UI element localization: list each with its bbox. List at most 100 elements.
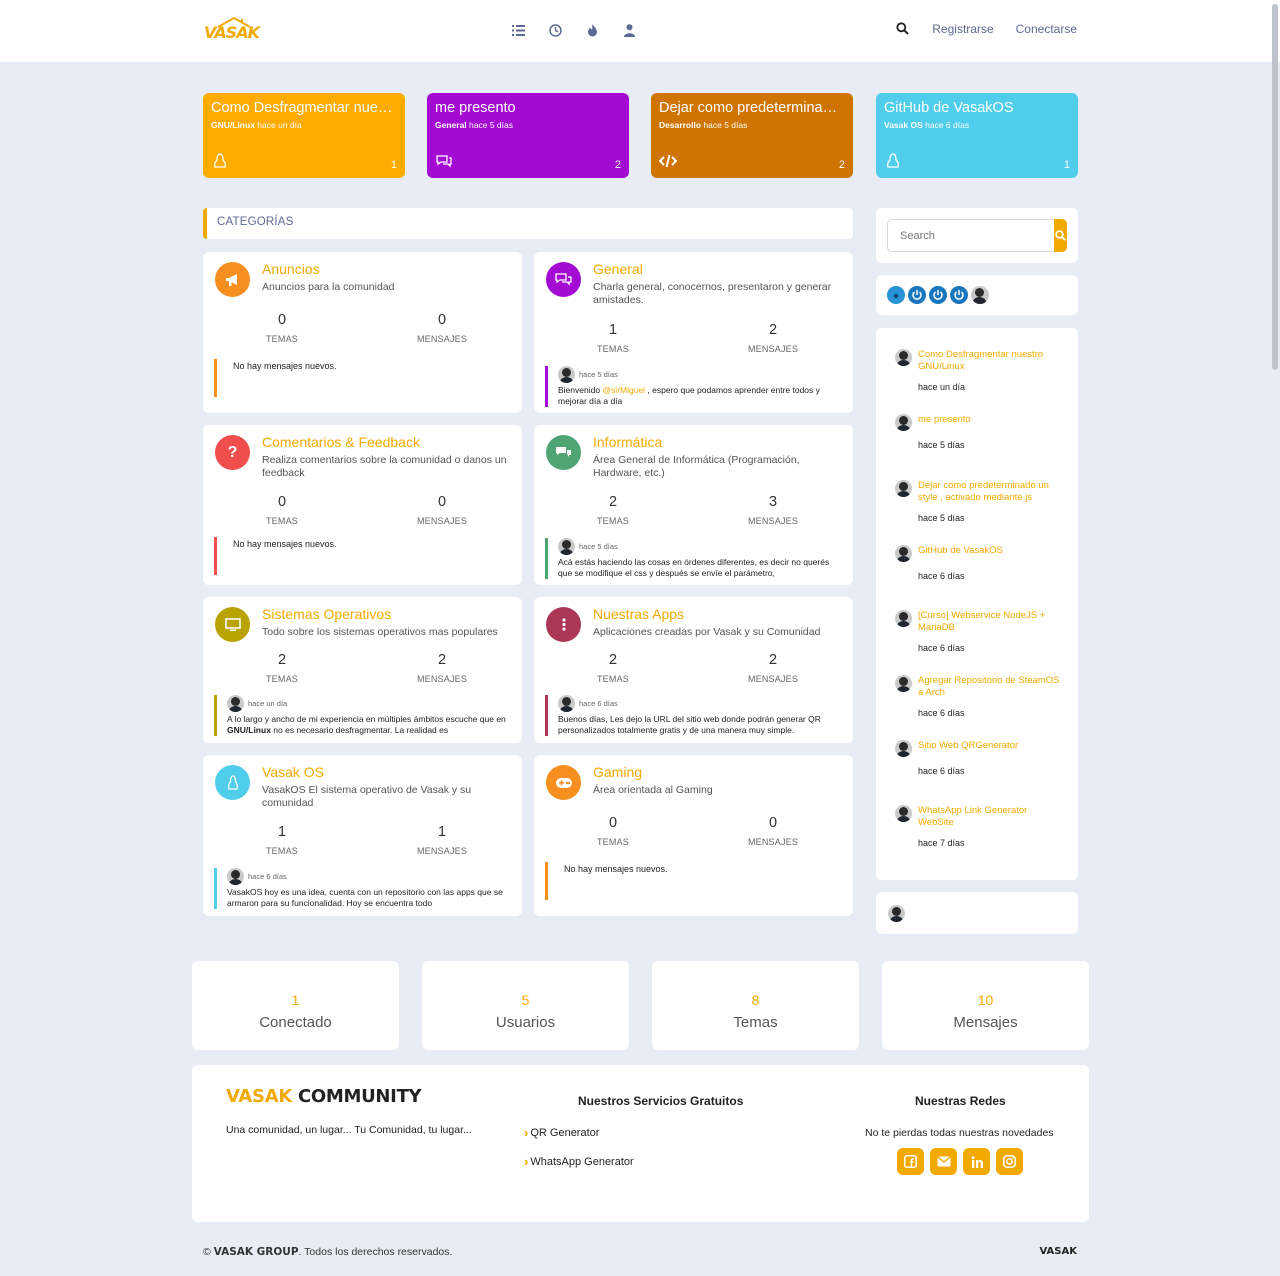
category-card[interactable]: Nuestras Apps Aplicaciones creadas por V… xyxy=(534,597,853,743)
search-icon xyxy=(1055,230,1066,241)
category-title[interactable]: Sistemas Operativos xyxy=(262,606,391,622)
avatar[interactable] xyxy=(558,538,575,555)
categories-heading: CATEGORÍAS xyxy=(203,208,853,239)
recent-topic-card[interactable]: Como Desfragmentar nuestr... GNU/Linux h… xyxy=(203,93,405,178)
top-nav: VASAK Registrarse Conectarse xyxy=(0,0,1280,62)
recent-topic-item[interactable]: WhatsApp Link Generator WebSite hace 7 d… xyxy=(895,805,1063,848)
stat-topics: 8 Temas xyxy=(652,961,859,1050)
last-post[interactable]: hace 6 días VasakOS hoy es una idea, cue… xyxy=(214,868,512,909)
last-post[interactable]: hace un día A lo largo y ancho de mi exp… xyxy=(214,695,512,736)
recent-topic-card[interactable]: Dejar como predeterminado ... Desarrollo… xyxy=(651,93,853,178)
linkedin-icon[interactable] xyxy=(963,1148,990,1175)
chevron-right-icon: › xyxy=(524,1154,529,1169)
last-post: No hay mensajes nuevos. xyxy=(545,862,843,900)
dots-icon xyxy=(546,607,581,642)
topics-stat: 1 TEMAS xyxy=(265,824,298,856)
login-link[interactable]: Conectarse xyxy=(1016,22,1077,36)
avatar[interactable] xyxy=(895,414,912,431)
footer-logo: VASAK xyxy=(1039,1246,1078,1257)
user-avatar[interactable] xyxy=(929,286,947,304)
posts-stat: 2 MENSAJES xyxy=(416,652,468,684)
linux-icon xyxy=(213,153,227,168)
search-button[interactable] xyxy=(1054,219,1067,252)
category-card[interactable]: ? Comentarios & Feedback Realiza comenta… xyxy=(203,425,522,585)
category-card[interactable]: Gaming Área orientada al Gaming 0 TEMAS 0… xyxy=(534,755,853,916)
category-title[interactable]: Vasak OS xyxy=(262,764,324,780)
category-card[interactable]: Vasak OS VasakOS El sistema operativo de… xyxy=(203,755,522,916)
register-link[interactable]: Registrarse xyxy=(932,22,993,36)
avatar[interactable] xyxy=(558,366,575,383)
recent-topic-item[interactable]: me presento hace 5 días xyxy=(895,414,1063,450)
services-title: Nuestros Servicios Gratuitos xyxy=(578,1094,744,1108)
category-title[interactable]: General xyxy=(593,261,643,277)
whatsapp-generator-link[interactable]: › WhatsApp Generator xyxy=(524,1154,634,1169)
posts-stat: 0 MENSAJES xyxy=(747,815,799,847)
instagram-icon[interactable] xyxy=(996,1148,1023,1175)
topics-stat: 0 TEMAS xyxy=(265,494,298,526)
fire-icon[interactable] xyxy=(584,22,600,38)
recent-topic-card[interactable]: me presento General hace 5 días 2 xyxy=(427,93,629,178)
category-description: Realiza comentarios sobre la comunidad o… xyxy=(262,454,507,479)
search-input[interactable] xyxy=(887,219,1054,252)
recent-topic-item[interactable]: Agregar Repositorio de SteamOS a Arch ha… xyxy=(895,675,1063,718)
avatar[interactable] xyxy=(895,349,912,366)
avatar[interactable] xyxy=(895,675,912,692)
recent-topic-item[interactable]: GitHub de VasakOS hace 6 días xyxy=(895,545,1063,581)
category-title[interactable]: Informática xyxy=(593,434,662,450)
qr-generator-link[interactable]: › QR Generator xyxy=(524,1125,599,1140)
facebook-icon[interactable] xyxy=(897,1148,924,1175)
avatar[interactable] xyxy=(227,695,244,712)
category-card[interactable]: Informática Área General de Informática … xyxy=(534,425,853,585)
category-card[interactable]: Anuncios Anuncios para la comunidad 0 TEM… xyxy=(203,252,522,413)
avatar[interactable] xyxy=(895,610,912,627)
recent-topic-item[interactable]: Sitio Web QRGenerator hace 6 días xyxy=(895,740,1063,776)
avatar[interactable] xyxy=(895,480,912,497)
recent-topic-item[interactable]: Como Desfragmentar nuestro GNU/Linux hac… xyxy=(895,349,1063,392)
footer-tagline: Una comunidad, un lugar... Tu Comunidad,… xyxy=(226,1124,472,1136)
stat-posts: 10 Mensajes xyxy=(882,961,1089,1050)
chevron-right-icon: › xyxy=(524,1125,529,1140)
last-post[interactable]: hace 6 días Buenos días, Les dejo la URL… xyxy=(545,695,843,736)
clock-icon[interactable] xyxy=(547,22,563,38)
last-post[interactable]: hace 5 días Bienvenido @sirMiguel , espe… xyxy=(545,366,843,407)
avatar[interactable] xyxy=(895,545,912,562)
last-post[interactable]: hace 5 días Acá estás haciendo las cosas… xyxy=(545,538,843,579)
page-scrollbar[interactable] xyxy=(1272,4,1278,370)
category-title[interactable]: Nuestras Apps xyxy=(593,606,684,622)
recent-topic-item[interactable]: Dejar como predeterminado un style , act… xyxy=(895,480,1063,523)
category-title[interactable]: Comentarios & Feedback xyxy=(262,434,420,450)
category-card[interactable]: General Charla general, conocernos, pres… xyxy=(534,252,853,413)
posts-stat: 0 MENSAJES xyxy=(416,494,468,526)
category-description: VasakOS El sistema operativo de Vasak y … xyxy=(262,784,472,809)
user-avatar[interactable] xyxy=(971,286,989,304)
avatar[interactable] xyxy=(227,868,244,885)
user-avatar[interactable] xyxy=(887,286,905,304)
comments-icon xyxy=(436,155,452,168)
user-icon[interactable] xyxy=(621,22,637,38)
topics-stat: 1 TEMAS xyxy=(596,322,629,354)
search-icon[interactable] xyxy=(896,22,910,36)
code-icon xyxy=(659,154,677,168)
avatar[interactable] xyxy=(895,740,912,757)
email-icon[interactable] xyxy=(930,1148,957,1175)
posts-stat: 3 MENSAJES xyxy=(747,494,799,526)
brand-logo[interactable]: VASAK xyxy=(204,16,260,44)
list-icon[interactable] xyxy=(510,22,526,38)
user-avatar[interactable] xyxy=(950,286,968,304)
online-users xyxy=(876,275,1078,315)
category-description: Aplicaciones creadas por Vasak y su Comu… xyxy=(593,626,821,638)
category-title[interactable]: Anuncios xyxy=(262,261,320,277)
recent-topic-item[interactable]: [Curso] Webservice NodeJS + MariaDB hace… xyxy=(895,610,1063,653)
category-title[interactable]: Gaming xyxy=(593,764,642,780)
avatar[interactable] xyxy=(888,905,905,922)
last-post: No hay mensajes nuevos. xyxy=(214,359,512,397)
user-avatar[interactable] xyxy=(908,286,926,304)
category-card[interactable]: Sistemas Operativos Todo sobre los siste… xyxy=(203,597,522,743)
posts-stat: 1 MENSAJES xyxy=(416,824,468,856)
recent-topic-card[interactable]: GitHub de VasakOS Vasak OS hace 6 días 1 xyxy=(876,93,1078,178)
avatar[interactable] xyxy=(558,695,575,712)
topics-stat: 0 TEMAS xyxy=(265,312,298,344)
avatar[interactable] xyxy=(895,805,912,822)
megaphone-icon xyxy=(215,262,250,297)
topics-stat: 0 TEMAS xyxy=(596,815,629,847)
